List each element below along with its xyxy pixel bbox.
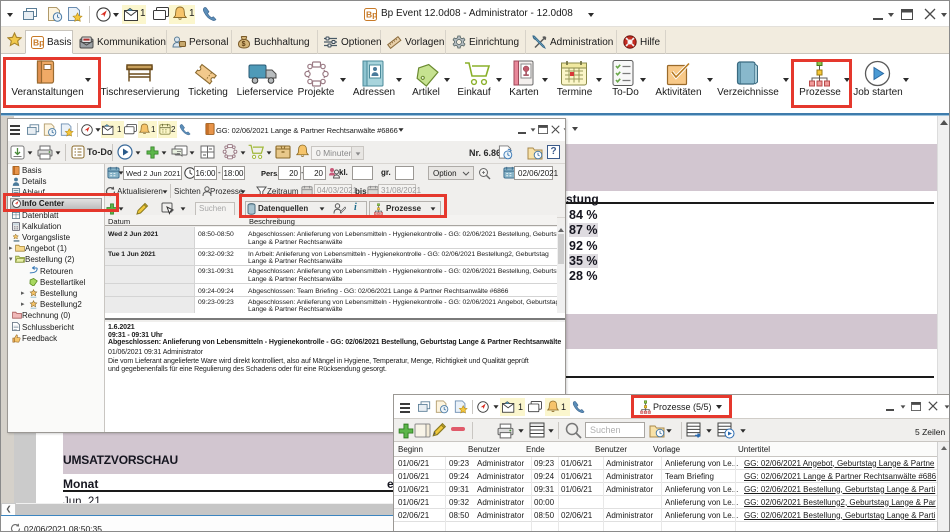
svg-text:$: $ [242,41,246,48]
svg-text:Bp: Bp [33,37,44,47]
svg-text:Bp: Bp [366,10,377,20]
